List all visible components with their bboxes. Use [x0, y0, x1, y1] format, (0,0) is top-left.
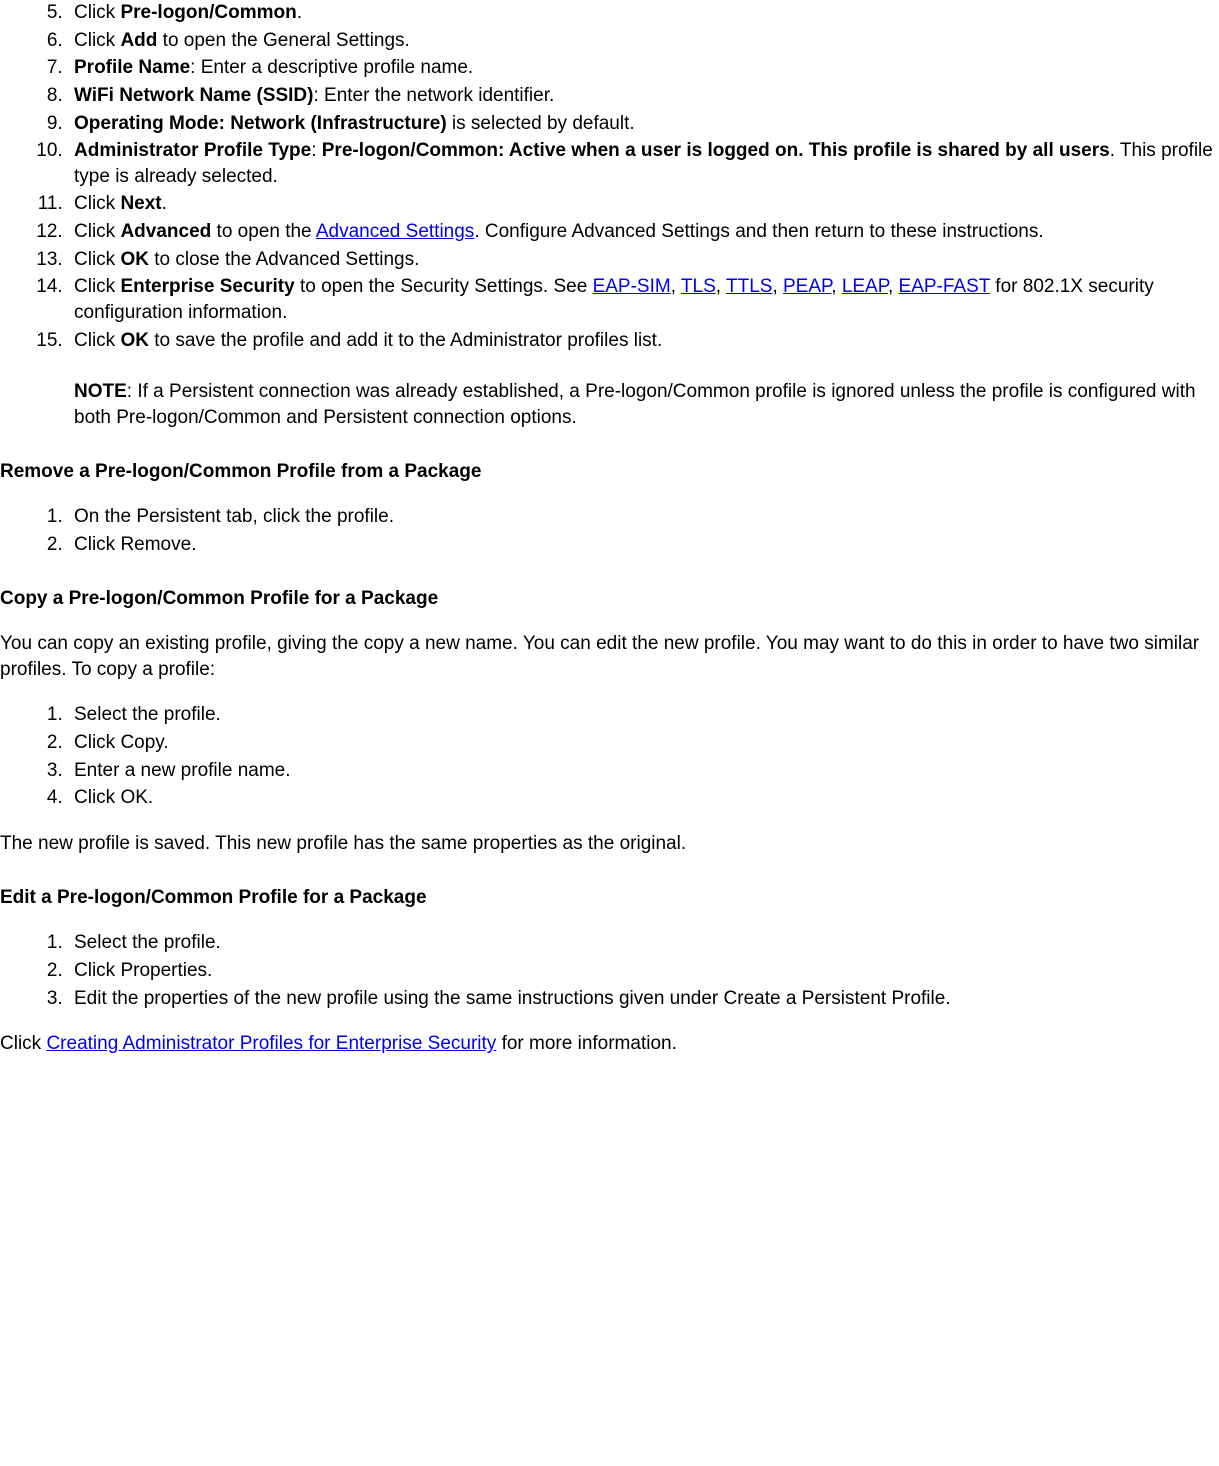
advanced-settings-link[interactable]: Advanced Settings	[316, 221, 474, 242]
edit-step-1: Select the profile.	[68, 930, 1219, 956]
creating-admin-profiles-link[interactable]: Creating Administrator Profiles for Ente…	[46, 1033, 496, 1054]
copy-after-paragraph: The new profile is saved. This new profi…	[0, 831, 1219, 857]
step-9: Operating Mode: Network (Infrastructure)…	[68, 111, 1219, 137]
step-14: Click Enterprise Security to open the Se…	[68, 274, 1219, 325]
copy-step-1: Select the profile.	[68, 702, 1219, 728]
copy-heading: Copy a Pre-logon/Common Profile for a Pa…	[0, 586, 1219, 612]
tls-link[interactable]: TLS	[681, 276, 716, 297]
remove-step-2: Click Remove.	[68, 532, 1219, 558]
step-7: Profile Name: Enter a descriptive profil…	[68, 55, 1219, 81]
step-6: Click Add to open the General Settings.	[68, 28, 1219, 54]
edit-step-2: Click Properties.	[68, 958, 1219, 984]
step-5: Click Pre-logon/Common.	[68, 0, 1219, 26]
remove-step-1: On the Persistent tab, click the profile…	[68, 504, 1219, 530]
step-10: Administrator Profile Type: Pre-logon/Co…	[68, 138, 1219, 189]
step-13: Click OK to close the Advanced Settings.	[68, 247, 1219, 273]
eap-fast-link[interactable]: EAP-FAST	[899, 276, 991, 297]
peap-link[interactable]: PEAP	[783, 276, 831, 297]
edit-heading: Edit a Pre-logon/Common Profile for a Pa…	[0, 885, 1219, 911]
copy-step-3: Enter a new profile name.	[68, 758, 1219, 784]
remove-steps-list: On the Persistent tab, click the profile…	[0, 504, 1219, 557]
note-block: NOTE: If a Persistent connection was alr…	[74, 379, 1219, 430]
edit-step-3: Edit the properties of the new profile u…	[68, 986, 1219, 1012]
step-8: WiFi Network Name (SSID): Enter the netw…	[68, 83, 1219, 109]
step-12: Click Advanced to open the Advanced Sett…	[68, 219, 1219, 245]
step-15: Click OK to save the profile and add it …	[68, 328, 1219, 431]
copy-paragraph: You can copy an existing profile, giving…	[0, 631, 1219, 682]
step-11: Click Next.	[68, 191, 1219, 217]
footer-paragraph: Click Creating Administrator Profiles fo…	[0, 1031, 1219, 1057]
remove-heading: Remove a Pre-logon/Common Profile from a…	[0, 459, 1219, 485]
copy-steps-list: Select the profile. Click Copy. Enter a …	[0, 702, 1219, 811]
copy-step-2: Click Copy.	[68, 730, 1219, 756]
ttls-link[interactable]: TTLS	[726, 276, 772, 297]
eap-sim-link[interactable]: EAP-SIM	[593, 276, 671, 297]
leap-link[interactable]: LEAP	[842, 276, 888, 297]
edit-steps-list: Select the profile. Click Properties. Ed…	[0, 930, 1219, 1011]
main-steps-list: Click Pre-logon/Common. Click Add to ope…	[0, 0, 1219, 431]
copy-step-4: Click OK.	[68, 785, 1219, 811]
